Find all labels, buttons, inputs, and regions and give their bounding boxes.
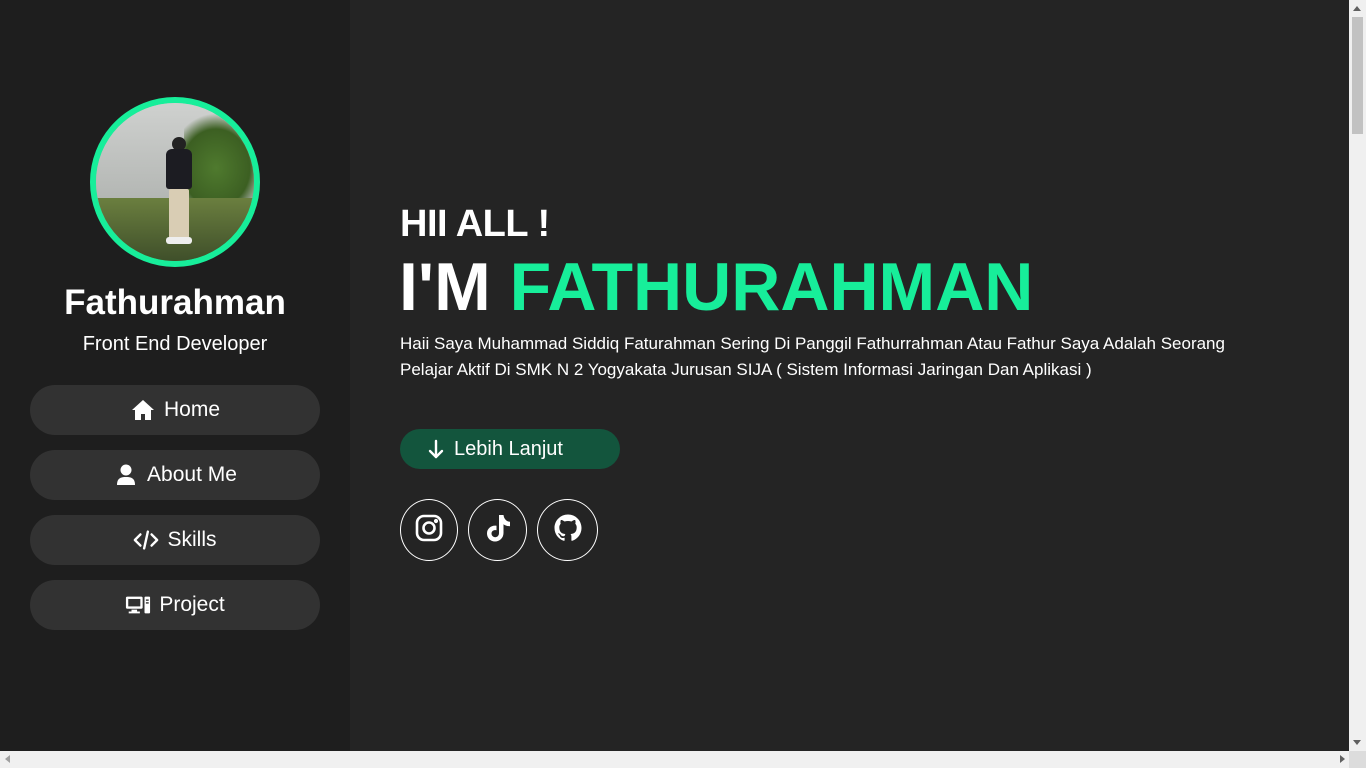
scroll-up-icon[interactable] (1353, 6, 1361, 11)
headline-prefix: I'M (399, 249, 491, 325)
github-link[interactable] (537, 499, 598, 561)
user-icon (113, 462, 139, 488)
vertical-scroll-thumb[interactable] (1352, 17, 1363, 134)
code-icon (133, 527, 159, 553)
profile-role: Front End Developer (82, 333, 268, 355)
home-icon (130, 397, 156, 423)
nav-project-label: Project (159, 593, 225, 616)
nav-skills-label: Skills (167, 528, 217, 551)
scroll-right-icon[interactable] (1340, 755, 1345, 763)
headline: I'M FATHURAHMAN (399, 247, 1033, 327)
instagram-link[interactable] (400, 499, 458, 561)
greeting: HII ALL ! (400, 203, 550, 245)
scroll-down-icon[interactable] (1353, 740, 1361, 745)
tiktok-link[interactable] (468, 499, 527, 561)
arrow-down-icon (428, 439, 444, 459)
nav-home[interactable]: Home (30, 385, 320, 435)
nav-project[interactable]: Project (30, 580, 320, 630)
instagram-icon (414, 513, 444, 547)
desktop-icon (125, 592, 151, 618)
profile-avatar (90, 97, 260, 267)
learn-more-button[interactable]: Lebih Lanjut (400, 429, 620, 469)
horizontal-scrollbar[interactable] (0, 751, 1366, 768)
profile-name: Fathurahman (64, 283, 286, 322)
scroll-left-icon[interactable] (5, 755, 10, 763)
sidebar: Fathurahman Front End Developer Home Abo… (0, 0, 350, 751)
nav-about-me-label: About Me (147, 463, 237, 486)
headline-name: FATHURAHMAN (509, 249, 1034, 325)
nav-skills[interactable]: Skills (30, 515, 320, 565)
vertical-scrollbar[interactable] (1349, 0, 1366, 751)
learn-more-label: Lebih Lanjut (454, 437, 563, 460)
scrollbar-corner (1349, 751, 1366, 768)
github-icon (553, 513, 583, 547)
bio-text: Haii Saya Muhammad Siddiq Faturahman Ser… (400, 334, 1225, 379)
nav-home-label: Home (163, 398, 221, 421)
tiktok-icon (484, 513, 512, 547)
nav-about-me[interactable]: About Me (30, 450, 320, 500)
